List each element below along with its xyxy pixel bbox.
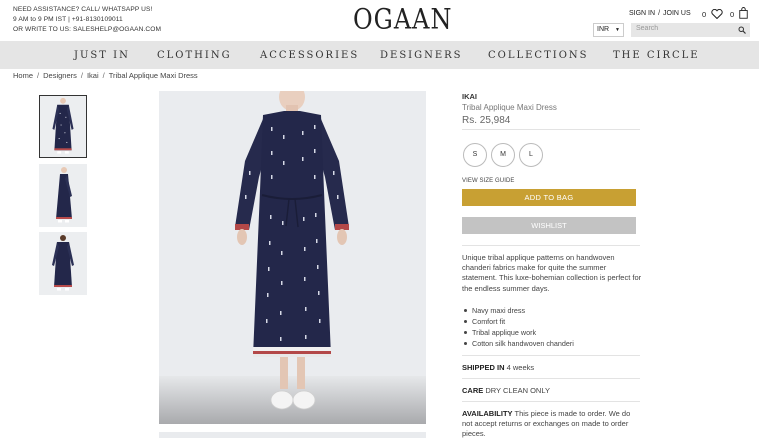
- thumbnail-back[interactable]: [39, 232, 87, 295]
- join-us-link[interactable]: JOIN US: [663, 10, 691, 17]
- assistance-phone[interactable]: 9 AM to 9 PM IST | +91-8130109011: [13, 15, 161, 25]
- nav-the-circle[interactable]: THE CIRCLE: [613, 50, 700, 61]
- breadcrumb-separator: /: [80, 71, 83, 80]
- care-label: CARE: [462, 386, 484, 395]
- breadcrumb-separator: /: [37, 71, 40, 80]
- feature-item: Comfort fit: [464, 316, 574, 327]
- assistance-info: NEED ASSISTANCE? CALL/ WHATSAPP US! 9 AM…: [13, 5, 161, 35]
- care-value: DRY CLEAN ONLY: [485, 386, 550, 395]
- assistance-email[interactable]: OR WRITE TO US: SALESHELP@OGAAN.COM: [13, 25, 161, 35]
- breadcrumb-ikai[interactable]: Ikai: [87, 71, 99, 80]
- size-guide-link[interactable]: VIEW SIZE GUIDE: [462, 178, 515, 184]
- account-separator: /: [658, 10, 661, 17]
- search-input[interactable]: Search: [636, 25, 658, 32]
- size-l-button[interactable]: L: [519, 143, 543, 167]
- divider: [462, 245, 640, 246]
- feature-item: Navy maxi dress: [464, 305, 574, 316]
- nav-designers[interactable]: DESIGNERS: [380, 50, 463, 61]
- sign-in-link[interactable]: SIGN IN: [629, 10, 655, 17]
- nav-collections[interactable]: COLLECTIONS: [488, 50, 589, 61]
- shipping-value: 4 weeks: [506, 363, 535, 372]
- nav-accessories[interactable]: ACCESSORIES: [260, 50, 359, 61]
- heart-icon[interactable]: [711, 9, 723, 19]
- add-to-bag-button[interactable]: ADD TO BAG: [462, 189, 636, 206]
- feature-item: Cotton silk handwoven chanderi: [464, 339, 574, 348]
- feature-list: Navy maxi dress Comfort fit Tribal appli…: [464, 305, 574, 349]
- caret-down-icon: ▼: [615, 27, 620, 33]
- thumbnail-side[interactable]: [39, 164, 87, 227]
- product-second-image[interactable]: [159, 432, 426, 438]
- nav-just-in[interactable]: JUST IN: [74, 50, 130, 61]
- product-brand[interactable]: IKAI: [462, 92, 477, 101]
- availability-label: AVAILABILITY: [462, 409, 513, 418]
- account-links: SIGN IN / JOIN US: [629, 10, 691, 17]
- breadcrumb-current: Tribal Applique Maxi Dress: [108, 71, 198, 80]
- breadcrumb-separator: /: [102, 71, 105, 80]
- feature-item: Tribal applique work: [464, 327, 574, 338]
- breadcrumb: Home / Designers / Ikai / Tribal Applique Maxi…: [13, 71, 198, 80]
- availability-info: AVAILABILITY This piece is made to order…: [462, 409, 642, 438]
- wishlist-button[interactable]: WISHLIST: [462, 217, 636, 234]
- size-m-button[interactable]: M: [491, 143, 515, 167]
- breadcrumb-home[interactable]: Home: [13, 71, 33, 80]
- product-main-image[interactable]: [159, 91, 426, 424]
- search-box[interactable]: Search: [631, 23, 750, 37]
- main-nav: JUST IN CLOTHING ACCESSORIES DESIGNERS C…: [0, 41, 759, 69]
- divider: [462, 355, 640, 356]
- divider: [462, 129, 640, 130]
- currency-select[interactable]: INR ▼: [593, 23, 624, 37]
- shipping-info: SHIPPED IN 4 weeks: [462, 363, 534, 372]
- wishlist-count: 0: [702, 10, 707, 19]
- bag-icon[interactable]: [739, 7, 748, 19]
- divider: [462, 401, 640, 402]
- product-price: Rs. 25,984: [462, 115, 511, 126]
- shipping-label: SHIPPED IN: [462, 363, 505, 372]
- search-icon[interactable]: [738, 26, 746, 34]
- currency-value: INR: [597, 26, 610, 33]
- size-s-button[interactable]: S: [463, 143, 487, 167]
- top-header: NEED ASSISTANCE? CALL/ WHATSAPP US! 9 AM…: [0, 0, 759, 40]
- assistance-line: NEED ASSISTANCE? CALL/ WHATSAPP US!: [13, 6, 153, 13]
- site-logo[interactable]: OGAAN: [353, 3, 453, 35]
- divider: [462, 378, 640, 379]
- care-info: CARE DRY CLEAN ONLY: [462, 386, 550, 395]
- product-name: Tribal Applique Maxi Dress: [462, 103, 557, 112]
- product-description: Unique tribal applique patterns on handw…: [462, 253, 642, 293]
- bag-count: 0: [730, 10, 735, 19]
- nav-clothing[interactable]: CLOTHING: [157, 50, 232, 61]
- thumbnail-front[interactable]: [39, 95, 87, 158]
- breadcrumb-designers[interactable]: Designers: [43, 71, 77, 80]
